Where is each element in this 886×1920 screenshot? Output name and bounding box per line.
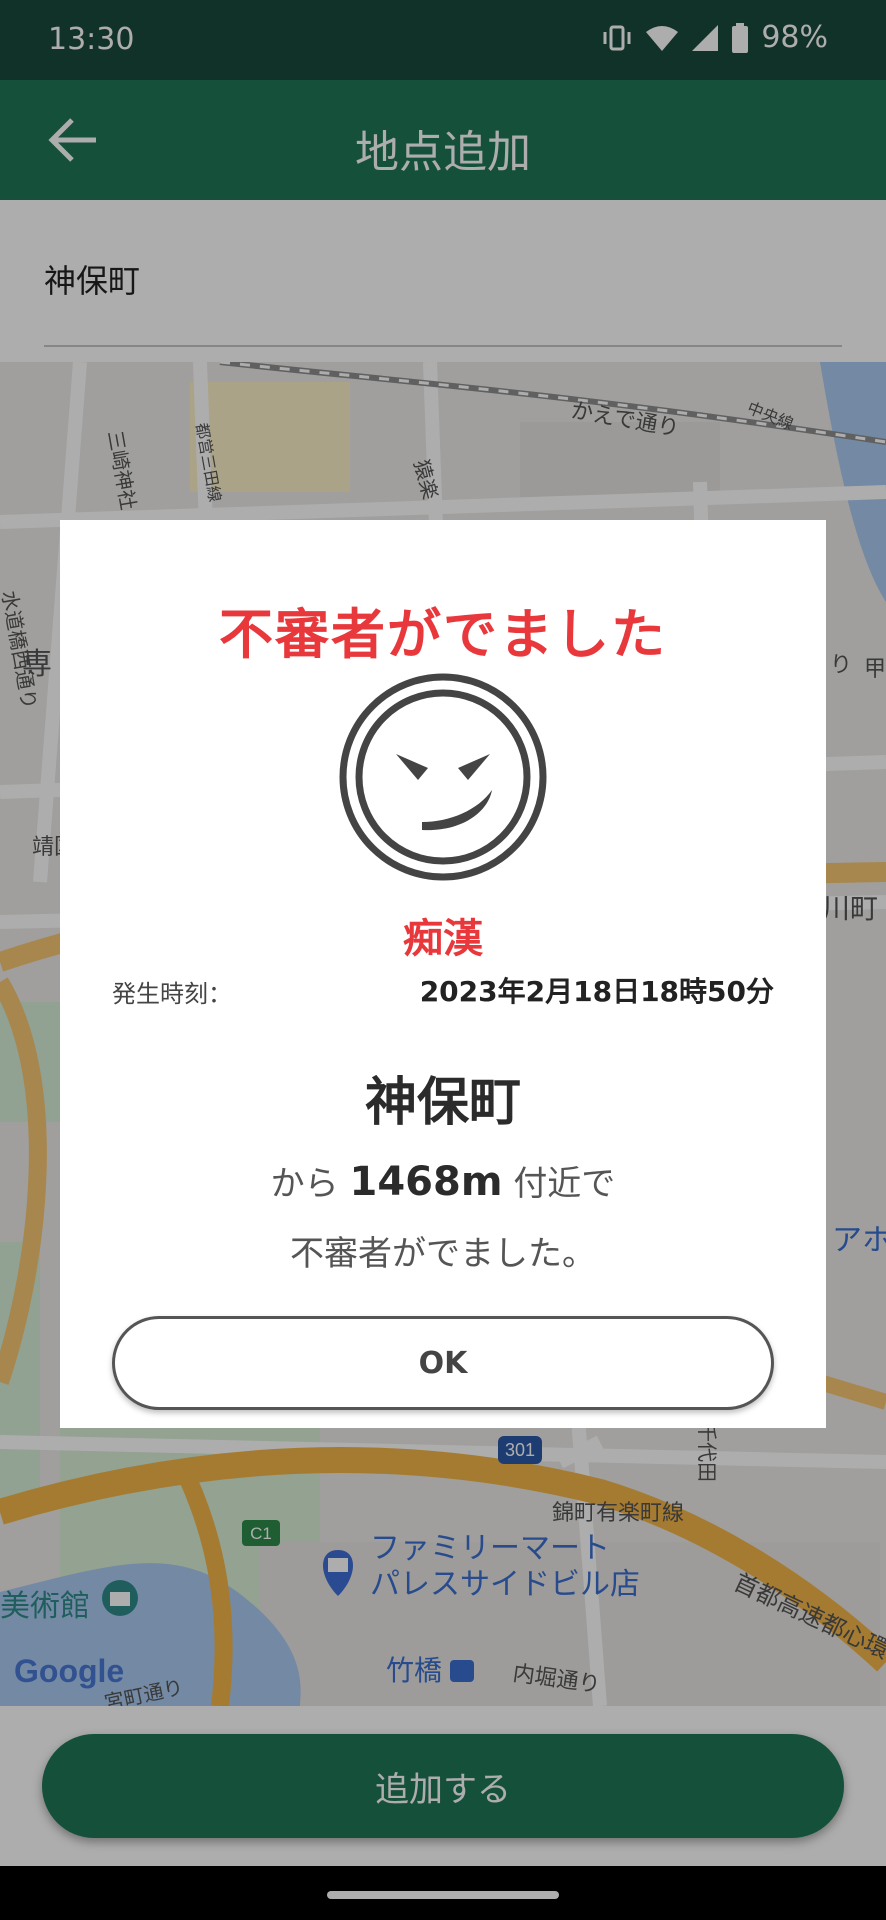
occurred-time-label: 発生時刻： (112, 980, 232, 1008)
distance-suffix: 付近で (513, 1164, 616, 1204)
occurred-time-value: 2023年2月18日18時50分 (419, 975, 774, 1008)
ok-button[interactable]: OK (112, 1316, 774, 1410)
dialog-title: 不審者がでました (219, 603, 667, 666)
place-name: 神保町 (364, 1073, 521, 1133)
distance-line: から 1468m 付近で (60, 1156, 826, 1205)
alert-dialog: 不審者がでました 痴漢 発生時刻： 2023年2月18日18時50分 神保町 か… (60, 520, 826, 1428)
dialog-message: 不審者がでました。 (290, 1234, 596, 1274)
distance-value: 1468m (349, 1159, 503, 1205)
incident-type: 痴漢 (403, 916, 483, 962)
distance-prefix: から (270, 1164, 339, 1204)
sinister-face-icon (339, 673, 547, 881)
